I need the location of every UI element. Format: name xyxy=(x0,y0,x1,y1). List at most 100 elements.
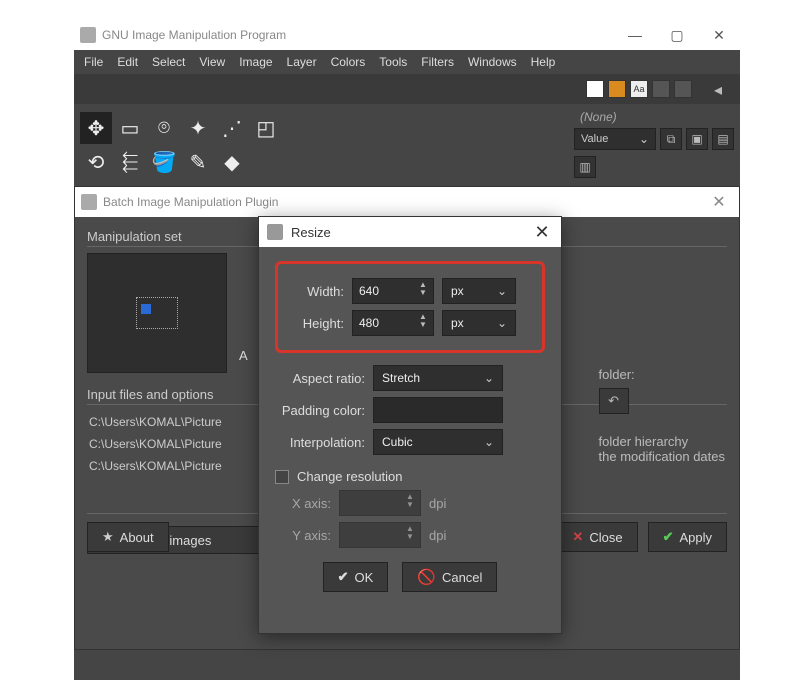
dock-tab-channels-icon[interactable] xyxy=(586,80,604,98)
padding-color-label: Padding color: xyxy=(275,403,365,418)
move-tool-icon[interactable]: ✥ xyxy=(80,112,112,144)
output-options: folder: ↶ folder hierarchy the modificat… xyxy=(599,367,725,464)
resize-dialog: Resize ✕ Width: 640 ▲▼ px⌄ Height: 480 ▲▼ … xyxy=(258,216,562,634)
spinner-arrows-icon[interactable]: ▲▼ xyxy=(419,281,431,301)
ok-button[interactable]: ✔ OK xyxy=(323,562,389,592)
xaxis-label: X axis: xyxy=(275,496,331,511)
menu-windows[interactable]: Windows xyxy=(468,55,517,69)
preview-resize-handle-icon xyxy=(141,304,151,314)
aspect-ratio-value: Stretch xyxy=(382,371,420,385)
close-label: Close xyxy=(589,530,622,545)
channel-mode-select[interactable]: Value ⌄ xyxy=(574,128,656,150)
main-titlebar: GNU Image Manipulation Program — ▢ ✕ xyxy=(74,20,740,50)
height-unit-select[interactable]: px⌄ xyxy=(442,310,516,336)
maximize-button[interactable]: ▢ xyxy=(656,20,698,50)
close-button[interactable]: ✕ xyxy=(698,20,740,50)
aspect-ratio-label: Aspect ratio: xyxy=(275,371,365,386)
minimize-button[interactable]: — xyxy=(614,20,656,50)
yaxis-label: Y axis: xyxy=(275,528,331,543)
spinner-arrows-icon: ▲▼ xyxy=(406,525,418,545)
plugin-close-button[interactable]: ✕Close xyxy=(557,522,637,552)
chevron-down-icon: ⌄ xyxy=(484,435,494,449)
eraser-tool-icon[interactable]: ◆ xyxy=(216,146,248,178)
about-button[interactable]: ★About xyxy=(87,522,169,552)
dock-tab-paths-icon[interactable] xyxy=(652,80,670,98)
resize-close-button[interactable]: ✕ xyxy=(523,222,561,243)
chevron-down-icon: ⌄ xyxy=(639,132,649,146)
option2-icon[interactable]: ▤ xyxy=(712,128,734,150)
cancel-button[interactable]: 🚫Cancel xyxy=(402,562,497,592)
resize-logo-icon xyxy=(267,224,283,240)
xaxis-dpi-label: dpi xyxy=(429,496,446,511)
spinner-arrows-icon[interactable]: ▲▼ xyxy=(419,313,431,333)
rect-select-tool-icon[interactable]: ▭ xyxy=(114,112,146,144)
menu-edit[interactable]: Edit xyxy=(117,55,138,69)
bimp-close-button[interactable]: ✕ xyxy=(699,192,739,212)
transform-tool-icon[interactable]: ⟲ xyxy=(80,146,112,178)
menubar: File Edit Select View Image Layer Colors… xyxy=(74,50,740,74)
interpolation-select[interactable]: Cubic⌄ xyxy=(373,429,503,455)
fuzzy-select-tool-icon[interactable]: ✦ xyxy=(182,112,214,144)
yaxis-dpi-label: dpi xyxy=(429,528,446,543)
menu-filters[interactable]: Filters xyxy=(421,55,454,69)
menu-view[interactable]: View xyxy=(199,55,225,69)
menu-file[interactable]: File xyxy=(84,55,103,69)
spinner-arrows-icon: ▲▼ xyxy=(406,493,418,513)
padding-color-swatch[interactable] xyxy=(373,397,503,423)
width-unit-select[interactable]: px⌄ xyxy=(442,278,516,304)
warp-tool-icon[interactable]: ⬱ xyxy=(114,146,146,178)
menu-tools[interactable]: Tools xyxy=(379,55,407,69)
by-color-select-tool-icon[interactable]: ⋰ xyxy=(216,112,248,144)
menu-help[interactable]: Help xyxy=(531,55,556,69)
prohibit-icon: 🚫 xyxy=(417,568,436,586)
add-manipulation-label: A xyxy=(239,348,248,373)
open-external-icon[interactable]: ⧉ xyxy=(660,128,682,150)
dock-tab-layers-icon[interactable] xyxy=(608,80,626,98)
resize-title: Resize xyxy=(291,225,523,240)
bucket-fill-tool-icon[interactable]: 🪣 xyxy=(148,146,180,178)
dock-tab-histogram-icon[interactable] xyxy=(674,80,692,98)
apply-button[interactable]: ✔ Apply xyxy=(648,522,727,552)
dock-tab-strip: Aa ◂ xyxy=(74,74,740,104)
keep-mod-dates-label: the modification dates xyxy=(599,449,725,464)
menu-select[interactable]: Select xyxy=(152,55,185,69)
interpolation-label: Interpolation: xyxy=(275,435,365,450)
chevron-down-icon: ⌄ xyxy=(484,371,494,385)
xaxis-input: ▲▼ xyxy=(339,490,421,516)
dock-tab-text-icon[interactable]: Aa xyxy=(630,80,648,98)
height-input[interactable]: 480 ▲▼ xyxy=(352,310,434,336)
crop-tool-icon[interactable]: ◰ xyxy=(250,112,282,144)
chevron-down-icon: ⌄ xyxy=(497,284,507,298)
paintbrush-tool-icon[interactable]: ✎ xyxy=(182,146,214,178)
bimp-title: Batch Image Manipulation Plugin xyxy=(103,195,699,209)
height-label: Height: xyxy=(288,316,344,331)
apply-label: Apply xyxy=(679,530,712,545)
height-value: 480 xyxy=(359,316,379,330)
free-select-tool-icon[interactable]: ⌾ xyxy=(148,112,180,144)
width-label: Width: xyxy=(288,284,344,299)
aspect-ratio-select[interactable]: Stretch ⌄ xyxy=(373,365,503,391)
check-icon: ✔ xyxy=(338,569,349,585)
channel-mode-value: Value xyxy=(581,133,608,145)
gimp-logo-icon xyxy=(80,27,96,43)
yaxis-input: ▲▼ xyxy=(339,522,421,548)
toolbox: ✥ ▭ ⌾ ✦ ⋰ ◰ ⟲ ⬱ 🪣 ✎ ◆ xyxy=(80,112,282,178)
menu-colors[interactable]: Colors xyxy=(331,55,366,69)
keep-hierarchy-label: folder hierarchy xyxy=(599,434,725,449)
preview-selection-icon xyxy=(136,297,178,329)
change-resolution-checkbox[interactable] xyxy=(275,470,289,484)
ok-label: OK xyxy=(354,570,373,585)
undo-folder-button[interactable]: ↶ xyxy=(599,388,629,414)
menu-image[interactable]: Image xyxy=(239,55,272,69)
width-input[interactable]: 640 ▲▼ xyxy=(352,278,434,304)
output-folder-label: folder: xyxy=(599,367,725,382)
check-icon: ✔ xyxy=(663,529,674,545)
option1-icon[interactable]: ▣ xyxy=(686,128,708,150)
bimp-logo-icon xyxy=(81,194,97,210)
option3-icon[interactable]: ▥ xyxy=(574,156,596,178)
menu-layer[interactable]: Layer xyxy=(287,55,317,69)
manipulation-preview[interactable] xyxy=(87,253,227,373)
dock-menu-icon[interactable]: ◂ xyxy=(714,80,732,98)
width-value: 640 xyxy=(359,284,379,298)
dimensions-highlight: Width: 640 ▲▼ px⌄ Height: 480 ▲▼ px⌄ xyxy=(275,261,545,353)
